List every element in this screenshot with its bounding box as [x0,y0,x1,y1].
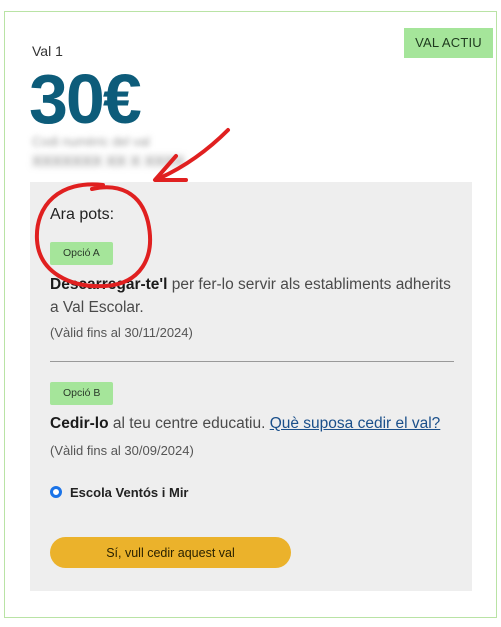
school-label: Escola Ventós i Mir [70,484,189,500]
option-b-description: Cedir-lo al teu centre educatiu. Què sup… [50,412,455,435]
option-b-chip: Opció B [50,382,114,405]
school-radio[interactable] [50,486,62,498]
cession-info-link[interactable]: Què suposa cedir el val? [270,415,441,432]
cede-voucher-button[interactable]: Sí, vull cedir aquest val [50,537,291,568]
option-b-action: Cedir-lo [50,415,109,432]
options-heading: Ara pots: [50,206,115,223]
option-b-text: al teu centre educatiu. [108,415,270,432]
option-a-description: Descarregar-te'l per fer-lo servir als e… [50,273,455,319]
option-a-validity: (Vàlid fins al 30/11/2024) [50,325,193,340]
school-option[interactable]: Escola Ventós i Mir [50,483,189,501]
option-a-chip: Opció A [50,242,113,265]
voucher-label: Val 1 [32,43,63,59]
option-a-action: Descarregar-te'l [50,276,168,293]
voucher-card: VAL ACTIU Val 1 30€ Codi numèric del val… [4,11,497,618]
voucher-amount: 30€ [29,60,142,138]
voucher-code-value: XXXXXXX XX X XXXX [32,153,185,170]
options-divider [50,361,454,362]
option-b-validity: (Vàlid fins al 30/09/2024) [50,443,194,458]
options-panel: Ara pots: Opció A Descarregar-te'l per f… [30,182,472,591]
voucher-code-label: Codi numèric del val [32,134,150,149]
status-badge: VAL ACTIU [404,28,493,58]
